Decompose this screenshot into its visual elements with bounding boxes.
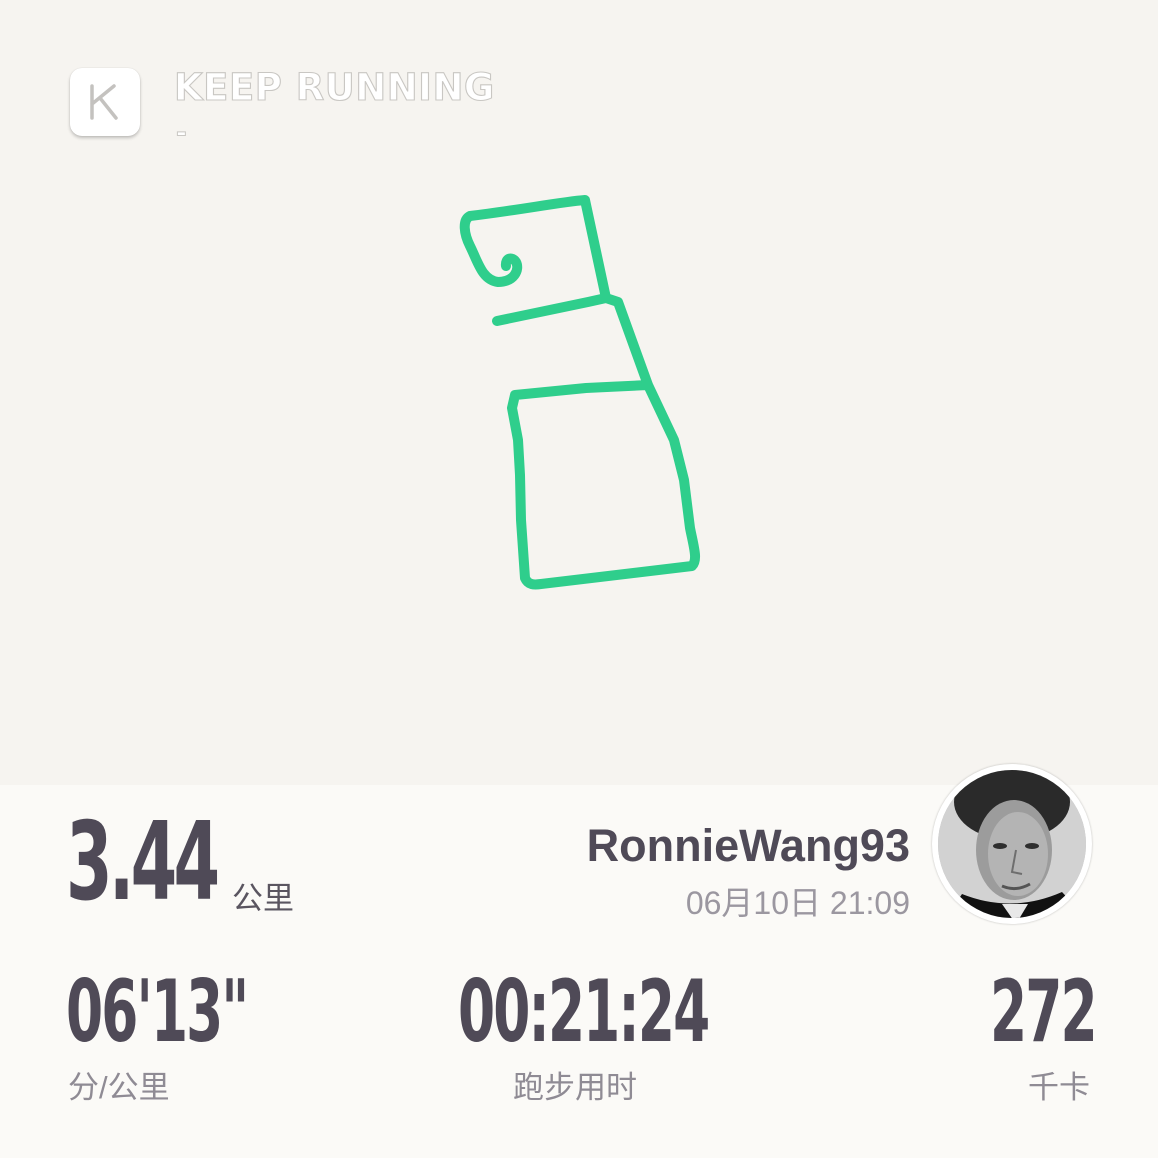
calories-value: 272 — [990, 962, 1098, 1062]
calories-label: 千卡 — [1028, 1070, 1090, 1105]
user-avatar-photo-icon — [938, 770, 1086, 918]
distance-value: 3.44 — [66, 800, 220, 925]
duration-value: 00:21:24 — [458, 962, 710, 1062]
pace-label: 分/公里 — [68, 1070, 170, 1105]
distance-unit: 公里 — [232, 881, 294, 916]
running-route-path — [459, 195, 701, 590]
username[interactable]: RonnieWang93 — [587, 820, 910, 872]
run-datetime: 06月10日 21:09 — [685, 885, 910, 921]
avatar[interactable] — [932, 764, 1092, 924]
pace-value: 06'13" — [66, 962, 249, 1062]
duration-label: 跑步用时 — [513, 1070, 637, 1105]
